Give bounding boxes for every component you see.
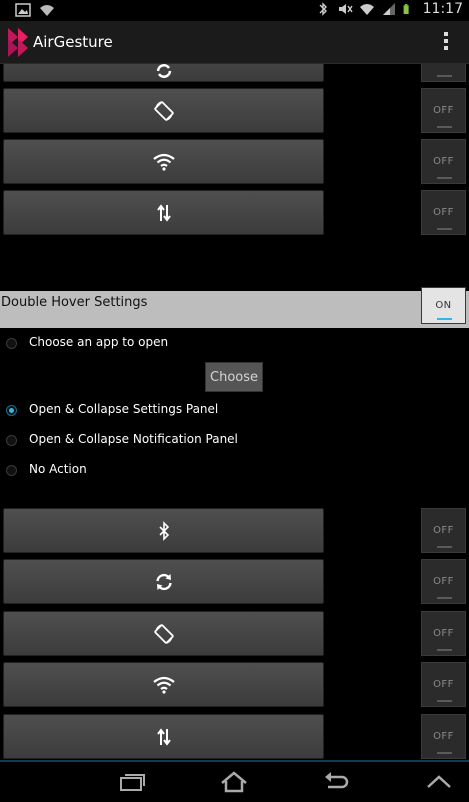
home-icon[interactable] xyxy=(220,770,248,794)
recent-apps-icon[interactable] xyxy=(118,770,146,794)
toggle-button-mobile-data[interactable] xyxy=(3,714,324,759)
option-notification-panel[interactable]: Open & Collapse Notification Panel xyxy=(0,427,469,455)
sync-icon xyxy=(155,573,172,590)
section-title: Double Hover Settings xyxy=(1,295,148,310)
radio-button[interactable] xyxy=(6,338,17,349)
rotate-icon xyxy=(153,623,174,644)
toggle-button-sync[interactable] xyxy=(3,64,324,82)
toggle-button-wifi[interactable] xyxy=(3,139,324,184)
toggle-switch-sync[interactable]: OFF xyxy=(421,559,466,604)
radio-button[interactable] xyxy=(6,435,17,446)
double-hover-toggle[interactable]: ON xyxy=(421,287,466,324)
toggle-switch-wifi[interactable]: OFF xyxy=(421,662,466,707)
data-transfer-icon xyxy=(156,727,171,746)
data-transfer-icon xyxy=(156,203,171,222)
bluetooth-icon xyxy=(319,2,327,16)
option-choose-app[interactable]: Choose an app to open xyxy=(0,330,469,358)
gallery-icon xyxy=(15,3,31,17)
option-no-action[interactable]: No Action xyxy=(0,457,469,485)
toggle-button-wifi[interactable] xyxy=(3,662,324,707)
settings-list[interactable]: OFF OFF OFF Double Hover Settings ON Cho… xyxy=(0,64,469,760)
mute-icon xyxy=(338,4,353,14)
toggle-switch-wifi[interactable]: OFF xyxy=(421,139,466,184)
back-icon[interactable] xyxy=(322,770,350,794)
radio-button[interactable] xyxy=(6,465,17,476)
bluetooth-icon xyxy=(158,520,169,541)
signal-icon xyxy=(382,3,395,15)
overflow-menu-icon[interactable] xyxy=(443,32,449,52)
app-logo-icon[interactable] xyxy=(6,25,32,59)
sync-icon xyxy=(156,64,171,78)
status-bar: 11:17 xyxy=(0,0,469,21)
toggle-button-rotate[interactable] xyxy=(3,88,324,133)
toggle-button-rotate[interactable] xyxy=(3,611,324,656)
toggle-button-mobile-data[interactable] xyxy=(3,190,324,235)
wifi-icon xyxy=(152,153,175,171)
toggle-switch-mobile-data[interactable]: OFF xyxy=(421,190,466,235)
toggle-switch-rotate[interactable]: OFF xyxy=(421,611,466,656)
app-title: AirGesture xyxy=(33,33,113,51)
wifi-icon xyxy=(152,676,175,694)
radio-button-selected[interactable] xyxy=(6,405,17,416)
toggle-switch-sync[interactable] xyxy=(421,64,466,82)
navigation-bar xyxy=(0,760,469,802)
toggle-button-sync[interactable] xyxy=(3,559,324,604)
toggle-switch-bluetooth[interactable]: OFF xyxy=(421,508,466,553)
wifi-icon xyxy=(359,4,374,15)
double-hover-settings-header: Double Hover Settings ON xyxy=(0,287,469,328)
action-bar: AirGesture xyxy=(0,21,469,64)
chevron-up-icon[interactable] xyxy=(425,770,453,794)
toggle-switch-rotate[interactable]: OFF xyxy=(421,88,466,133)
clock: 11:17 xyxy=(422,1,463,17)
choose-button[interactable]: Choose xyxy=(205,362,263,392)
toggle-button-bluetooth[interactable] xyxy=(3,508,324,553)
battery-icon xyxy=(403,4,409,14)
rotate-icon xyxy=(153,100,174,121)
toggle-switch-mobile-data[interactable]: OFF xyxy=(421,714,466,759)
option-settings-panel[interactable]: Open & Collapse Settings Panel xyxy=(0,397,469,425)
wifi-icon xyxy=(40,5,54,16)
